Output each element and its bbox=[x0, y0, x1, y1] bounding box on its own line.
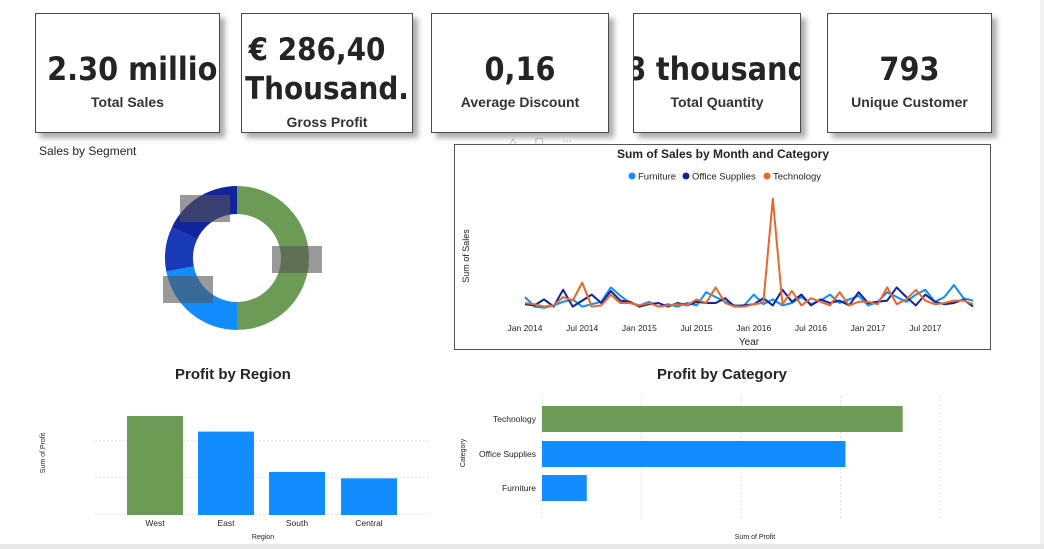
x-tick-label: Jul 2016 bbox=[795, 323, 827, 333]
kpi-label: Average Discount bbox=[460, 94, 580, 110]
kpi-label: Gross Profit bbox=[286, 114, 368, 130]
x-tick-label: East bbox=[217, 518, 235, 528]
x-tick-label: South bbox=[286, 518, 308, 528]
kpi-value: 793 bbox=[879, 50, 940, 88]
line-chart-ylabel: Sum of Sales bbox=[461, 229, 471, 283]
kpi-value: 8 thousand bbox=[633, 50, 801, 88]
region-ylabel: Sum of Profit bbox=[40, 433, 47, 474]
category-chart-title: Profit by Category bbox=[657, 366, 788, 383]
legend-marker bbox=[628, 172, 636, 180]
tooltip-placeholder bbox=[272, 246, 322, 273]
region-xlabel: Region bbox=[252, 534, 274, 541]
x-tick-label: Jul 2017 bbox=[909, 323, 941, 333]
sales-by-month-line-chart[interactable]: Sum of Sales by Month and Category Furni… bbox=[454, 144, 991, 350]
kpi-card-gross-profit[interactable]: € 286,40 Thousand. Gross Profit bbox=[241, 13, 413, 133]
legend-item[interactable]: Office Supplies bbox=[692, 172, 756, 183]
y-tick-label: Technology bbox=[493, 414, 537, 424]
x-tick-label: Jan 2016 bbox=[736, 323, 771, 333]
x-tick-label: Jul 2015 bbox=[681, 323, 713, 333]
line-chart-xlabel: Year bbox=[739, 337, 760, 348]
series-line[interactable] bbox=[524, 197, 974, 308]
legend-item[interactable]: Technology bbox=[773, 172, 821, 183]
profit-by-region-chart[interactable]: West East South Central Sum of Profit Regio… bbox=[30, 386, 430, 546]
kpi-value-line2: Thousand. bbox=[245, 71, 409, 107]
kpi-card-average-discount[interactable]: 0,16 Average Discount bbox=[431, 13, 609, 133]
scrollbar-track[interactable] bbox=[1040, 0, 1044, 549]
bar[interactable] bbox=[341, 478, 397, 515]
bar[interactable] bbox=[542, 441, 846, 467]
line-chart-title: Sum of Sales by Month and Category bbox=[617, 147, 829, 161]
x-tick-label: Jan 2017 bbox=[851, 323, 886, 333]
kpi-card-total-quantity[interactable]: 8 thousand Total Quantity bbox=[633, 13, 801, 133]
x-tick-label: West bbox=[145, 518, 165, 528]
bar[interactable] bbox=[198, 431, 254, 515]
kpi-value-line1: € 286,40 bbox=[248, 32, 386, 68]
kpi-card-total-sales[interactable]: € 2.30 million Total Sales bbox=[35, 13, 220, 133]
kpi-label: Total Quantity bbox=[670, 94, 764, 110]
region-chart-title: Profit by Region bbox=[175, 366, 291, 383]
segment-donut-chart[interactable] bbox=[137, 158, 337, 358]
bar[interactable] bbox=[542, 475, 587, 501]
kpi-value: 0,16 bbox=[484, 50, 556, 88]
line-chart-legend[interactable]: Furniture Office Supplies Technology bbox=[628, 172, 822, 183]
kpi-value: € 2.30 million bbox=[36, 50, 219, 88]
y-tick-label: Office Supplies bbox=[479, 449, 536, 459]
kpi-label: Unique Customer bbox=[851, 94, 968, 110]
x-tick-label: Jan 2014 bbox=[508, 323, 543, 333]
x-tick-label: Jan 2015 bbox=[622, 323, 657, 333]
bar[interactable] bbox=[127, 416, 183, 515]
bar[interactable] bbox=[542, 406, 903, 432]
x-tick-label: Jul 2014 bbox=[566, 323, 598, 333]
kpi-card-unique-customer[interactable]: 793 Unique Customer bbox=[827, 13, 992, 133]
tooltip-placeholder bbox=[180, 195, 230, 222]
legend-marker bbox=[682, 172, 690, 180]
kpi-label: Total Sales bbox=[91, 94, 164, 110]
bar[interactable] bbox=[269, 471, 325, 515]
legend-item[interactable]: Furniture bbox=[638, 172, 676, 183]
tooltip-placeholder bbox=[163, 276, 213, 303]
profit-by-category-chart[interactable]: Technology Office Supplies Furniture Categ… bbox=[450, 386, 970, 546]
category-ylabel: Category bbox=[460, 438, 467, 467]
segment-chart-title: Sales by Segment bbox=[39, 144, 137, 158]
x-tick-label: Central bbox=[355, 518, 383, 528]
category-xlabel: Sum of Profit bbox=[735, 534, 776, 541]
page-footer-bar bbox=[0, 544, 1044, 549]
legend-marker bbox=[763, 172, 771, 180]
y-tick-label: Furniture bbox=[502, 483, 536, 493]
